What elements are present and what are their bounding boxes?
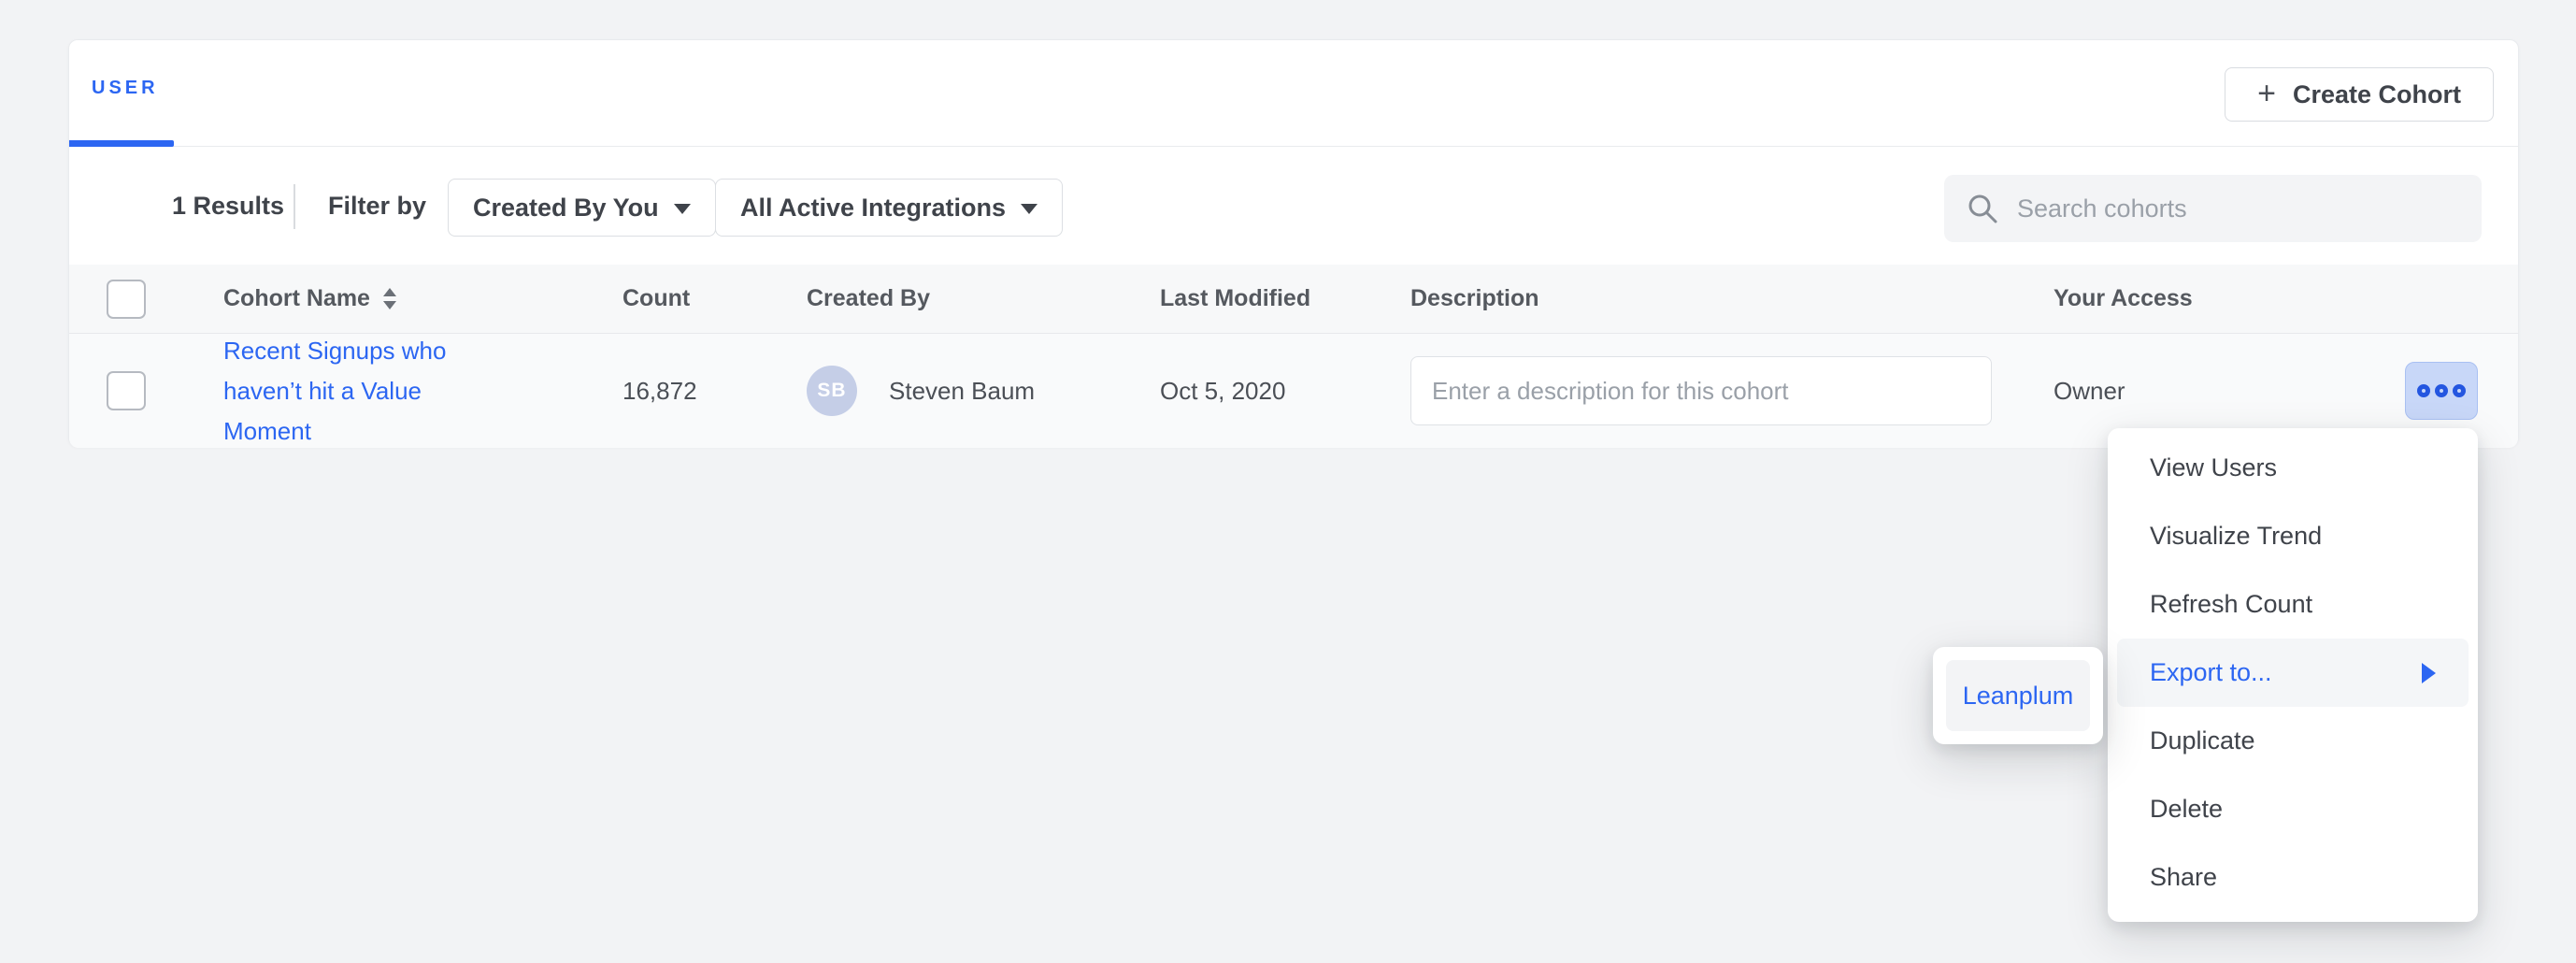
integrations-dropdown-label: All Active Integrations xyxy=(740,194,1006,223)
search-box[interactable] xyxy=(1944,175,2482,242)
table-header: Cohort Name Count Created By Last Modifi… xyxy=(69,265,2518,334)
description-cell xyxy=(1410,334,1992,448)
menu-item-visualize-trend[interactable]: Visualize Trend xyxy=(2117,502,2469,570)
tab-user[interactable]: USER xyxy=(92,78,159,99)
header-cohort-name[interactable]: Cohort Name xyxy=(223,265,396,333)
header-description: Description xyxy=(1410,265,1539,333)
menu-item-delete[interactable]: Delete xyxy=(2117,775,2469,843)
cohort-name-cell: Recent Signups who haven’t hit a Value M… xyxy=(223,334,468,448)
chevron-down-icon xyxy=(1021,204,1038,214)
row-checkbox[interactable] xyxy=(107,371,146,410)
header-your-access: Your Access xyxy=(2054,265,2193,333)
create-cohort-button[interactable]: + Create Cohort xyxy=(2225,67,2494,122)
menu-item-view-users[interactable]: View Users xyxy=(2117,434,2469,502)
avatar-initials: SB xyxy=(817,380,846,402)
plus-icon: + xyxy=(2257,78,2276,109)
filter-by-label: Filter by xyxy=(328,192,426,221)
filter-bar: 1 Results Filter by Created By You All A… xyxy=(69,147,2518,265)
row-checkbox-cell xyxy=(107,334,146,448)
menu-item-share[interactable]: Share xyxy=(2117,843,2469,912)
description-input[interactable] xyxy=(1410,356,1992,425)
create-cohort-label: Create Cohort xyxy=(2293,80,2461,109)
chevron-down-icon xyxy=(674,204,691,214)
export-submenu: Leanplum xyxy=(1933,647,2103,744)
created-by-dropdown[interactable]: Created By You xyxy=(448,179,716,237)
menu-item-refresh-count[interactable]: Refresh Count xyxy=(2117,570,2469,639)
submenu-item-leanplum[interactable]: Leanplum xyxy=(1946,660,2090,731)
integrations-dropdown[interactable]: All Active Integrations xyxy=(715,179,1063,237)
sort-icon[interactable] xyxy=(383,288,396,309)
search-icon xyxy=(1967,193,1998,224)
submenu-arrow-icon xyxy=(2422,663,2436,683)
cohort-name-link[interactable]: Recent Signups who haven’t hit a Value M… xyxy=(223,331,468,452)
created-by-name: Steven Baum xyxy=(889,377,1035,406)
menu-item-export-to[interactable]: Export to... xyxy=(2117,639,2469,707)
cohorts-page: USER + Create Cohort 1 Results Filter by… xyxy=(0,0,2576,963)
created-by-cell: SB Steven Baum xyxy=(807,334,1035,448)
select-all-checkbox[interactable] xyxy=(107,280,146,319)
row-actions-menu: View Users Visualize Trend Refresh Count… xyxy=(2108,428,2478,922)
menu-item-duplicate[interactable]: Duplicate xyxy=(2117,707,2469,775)
tab-bar: USER + Create Cohort xyxy=(69,40,2518,147)
tab-active-underline xyxy=(69,140,174,147)
search-input[interactable] xyxy=(2017,194,2459,223)
divider xyxy=(293,184,295,229)
cohort-count: 16,872 xyxy=(623,334,697,448)
avatar: SB xyxy=(807,366,857,416)
header-count: Count xyxy=(623,265,690,333)
ellipsis-icon xyxy=(2417,384,2430,397)
last-modified-date: Oct 5, 2020 xyxy=(1160,334,1285,448)
results-count: 1 Results xyxy=(172,192,284,221)
cohorts-card: USER + Create Cohort 1 Results Filter by… xyxy=(68,39,2519,447)
header-last-modified: Last Modified xyxy=(1160,265,1310,333)
select-all-checkbox-cell xyxy=(107,265,146,333)
created-by-dropdown-label: Created By You xyxy=(473,194,659,223)
header-created-by: Created By xyxy=(807,265,930,333)
more-actions-button[interactable] xyxy=(2405,362,2478,420)
